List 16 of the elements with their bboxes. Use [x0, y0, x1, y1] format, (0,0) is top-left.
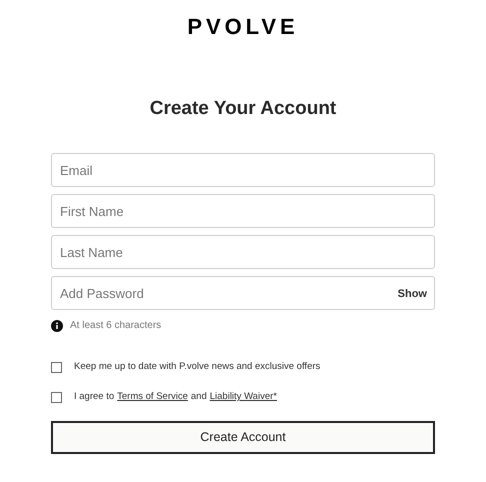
- input-field[interactable]: Email: [51, 153, 435, 187]
- logo: PVOLVE: [187, 14, 299, 40]
- create-account-button[interactable]: Create Account: [51, 420, 435, 454]
- link[interactable]: Liability Waiver*: [210, 390, 277, 404]
- input-field[interactable]: First Name: [51, 194, 435, 228]
- checkbox[interactable]: [51, 362, 62, 373]
- checkbox[interactable]: [51, 392, 62, 403]
- checkbox-label: I agree to: [74, 390, 114, 404]
- show-password-button[interactable]: Show: [398, 286, 427, 302]
- link[interactable]: Terms of Service: [117, 390, 188, 404]
- input-field[interactable]: Last Name: [51, 235, 435, 269]
- password-hint: At least 6 characters: [70, 319, 162, 333]
- info-icon: [51, 320, 63, 332]
- checkbox-label: and: [190, 390, 207, 404]
- checkbox-label: Keep me up to date with P.volve news and exclusive offers: [74, 360, 320, 374]
- page-title: Create Your Account: [150, 97, 336, 121]
